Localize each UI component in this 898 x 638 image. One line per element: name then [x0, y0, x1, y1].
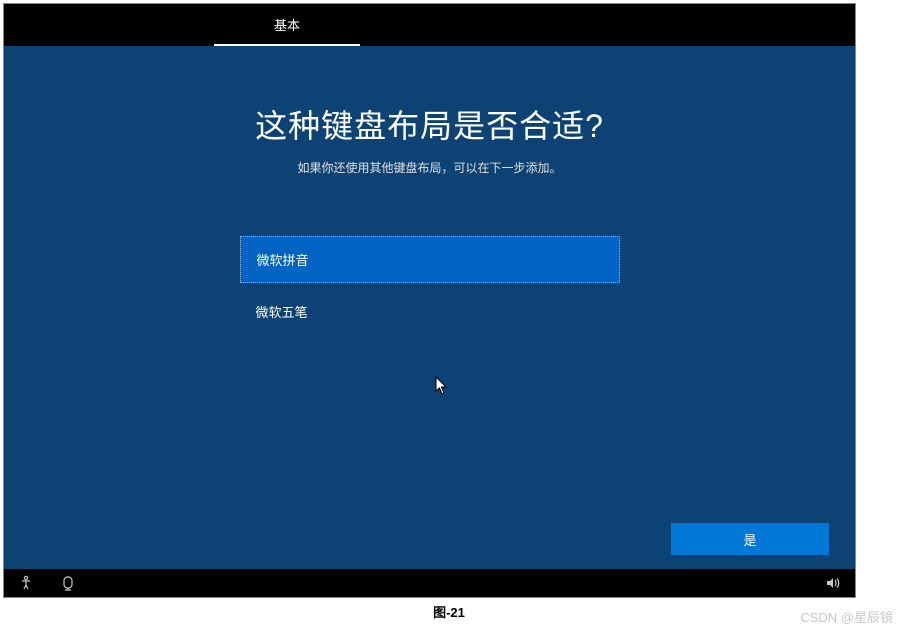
page-heading: 这种键盘布局是否合适? — [4, 101, 855, 147]
watermark-text: CSDN @星辰镜 — [800, 607, 893, 626]
volume-icon[interactable] — [825, 575, 841, 591]
page-subheading: 如果你还使用其他键盘布局，可以在下一步添加。 — [4, 159, 855, 176]
ime-icon[interactable] — [60, 575, 76, 591]
mouse-cursor-icon — [435, 376, 449, 401]
figure-caption: 图-21 — [0, 602, 898, 621]
accessibility-icon[interactable] — [18, 575, 34, 591]
top-tab-bar: 基本 — [4, 4, 855, 46]
oobe-window: 基本 这种键盘布局是否合适? 如果你还使用其他键盘布局，可以在下一步添加。 微软… — [3, 3, 856, 598]
yes-button[interactable]: 是 — [671, 523, 829, 555]
bottom-bar — [4, 569, 855, 597]
main-content: 这种键盘布局是否合适? 如果你还使用其他键盘布局，可以在下一步添加。 微软拼音 … — [4, 46, 855, 334]
option-microsoft-pinyin[interactable]: 微软拼音 — [240, 236, 620, 283]
tab-basic[interactable]: 基本 — [214, 5, 360, 46]
keyboard-layout-list: 微软拼音 微软五笔 — [240, 236, 620, 334]
option-microsoft-wubi[interactable]: 微软五笔 — [240, 289, 620, 334]
